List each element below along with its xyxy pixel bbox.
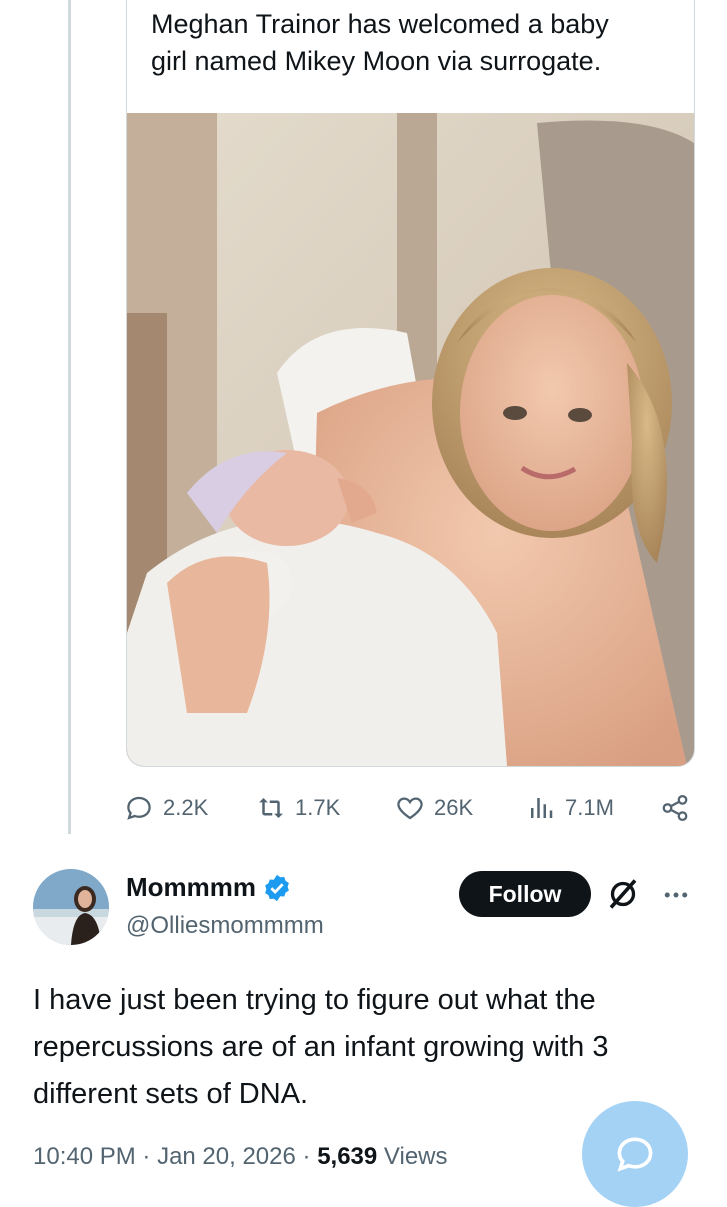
quoted-tweet-text: Meghan Trainor has welcomed a baby girl … (151, 6, 671, 80)
share-button[interactable] (660, 783, 690, 833)
meta-separator-1: · (135, 1143, 158, 1170)
quoted-tweet-actions: 2.2K 1.7K 26K 7.1M (124, 783, 694, 833)
quoted-text-line-1: Meghan Trainor has welcomed a baby (151, 9, 609, 39)
quoted-tweet-card[interactable]: Meghan Trainor has welcomed a baby girl … (126, 0, 695, 767)
tweet-meta: 10:40 PM · Jan 20, 2026 · 5,639 Views (33, 1143, 448, 1171)
avatar-image (33, 869, 109, 945)
heart-icon (397, 797, 423, 820)
repost-button[interactable]: 1.7K (256, 783, 340, 833)
reply-button[interactable]: 2.2K (124, 783, 208, 833)
avatar[interactable] (33, 869, 109, 945)
more-icon[interactable] (660, 880, 692, 910)
repost-count: 1.7K (295, 795, 341, 820)
compose-reply-button[interactable] (582, 1101, 688, 1207)
reply-count: 2.2K (163, 795, 209, 820)
thread-line (68, 0, 71, 834)
quoted-text-line-2: girl named Mikey Moon via surrogate. (151, 46, 602, 76)
display-name[interactable]: Mommmm (126, 872, 256, 903)
views-button[interactable]: 7.1M (526, 783, 614, 833)
tweet-time[interactable]: 10:40 PM (33, 1143, 136, 1170)
follow-button[interactable]: Follow (459, 871, 591, 917)
reply-text: I have just been trying to figure out wh… (33, 977, 703, 1118)
quoted-tweet-photo[interactable] (127, 113, 694, 766)
verified-badge-icon (265, 874, 289, 901)
reply-icon (127, 796, 151, 820)
repost-icon (259, 798, 283, 818)
photo-illustration (127, 113, 694, 766)
compose-reply-icon (617, 1137, 653, 1172)
reply-text-line-2: repercussions are of an infant growing w… (33, 1031, 609, 1063)
share-icon (662, 795, 688, 821)
tweet-views-count: 5,639 (317, 1143, 378, 1170)
tweet-views-label: Views (383, 1143, 448, 1170)
reply-author-row: Mommmm (126, 872, 292, 903)
tweet-date[interactable]: Jan 20, 2026 (157, 1143, 296, 1170)
analytics-icon (531, 798, 553, 818)
grok-icon[interactable] (605, 876, 641, 912)
user-handle[interactable]: @Olliesmommmm (126, 912, 324, 940)
like-count: 26K (434, 795, 474, 820)
like-button[interactable]: 26K (395, 783, 473, 833)
views-count: 7.1M (565, 795, 614, 820)
meta-separator-2: · (295, 1143, 318, 1170)
reply-text-line-1: I have just been trying to figure out wh… (33, 984, 596, 1016)
